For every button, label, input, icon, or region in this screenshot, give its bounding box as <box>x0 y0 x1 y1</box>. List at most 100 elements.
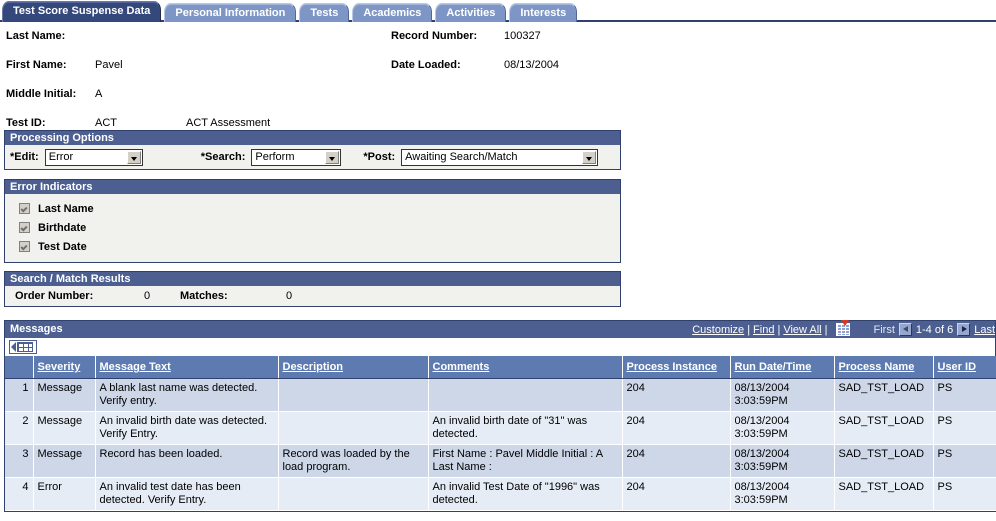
column-header-label[interactable]: Process Instance <box>627 361 718 373</box>
error-indicator-row: Birthdate <box>19 218 620 237</box>
cell-description: Record was loaded by the load program. <box>278 444 429 478</box>
column-header-label[interactable]: User ID <box>938 361 977 373</box>
cell-comments: First Name : Pavel Middle Initial : A La… <box>428 444 623 478</box>
column-header-severity[interactable]: Severity <box>33 356 96 379</box>
matches-value: 0 <box>286 290 293 302</box>
search-match-results-panel: Order Number: 0 Matches: 0 <box>4 286 621 307</box>
table-row[interactable]: 2 Message An invalid birth date was detect… <box>5 411 996 445</box>
checkbox-birthdate[interactable] <box>19 222 30 233</box>
field-row-1: Last Name: Record Number: 100327 <box>0 30 996 59</box>
cell-user-id: PS <box>933 411 996 445</box>
search-dropdown-value: Perform <box>255 150 295 163</box>
tab-tests[interactable]: Tests <box>299 3 350 22</box>
cell-process-instance: 204 <box>622 444 731 478</box>
matches-label: Matches: <box>180 290 228 302</box>
order-number-label: Order Number: <box>15 290 94 302</box>
checkbox-test-date[interactable] <box>19 241 30 252</box>
tab-test-score-suspense-data[interactable]: Test Score Suspense Data <box>2 1 162 22</box>
table-row[interactable]: 4 Error An invalid test date has been dete… <box>5 477 996 511</box>
cell-comments: An invalid birth date of "31" was detect… <box>428 411 623 445</box>
error-indicators-header: Error Indicators <box>4 179 621 194</box>
edit-label: *Edit: <box>10 151 39 163</box>
tab-personal-information[interactable]: Personal Information <box>164 3 297 22</box>
cell-run-datetime: 08/13/2004 3:03:59PM <box>730 411 835 445</box>
cell-run-datetime: 08/13/2004 3:03:59PM <box>730 477 835 511</box>
post-dropdown[interactable]: Awaiting Search/Match <box>401 148 599 166</box>
edit-dropdown-value: Error <box>48 150 74 163</box>
error-indicator-row: Test Date <box>19 237 620 256</box>
column-header-process-instance[interactable]: Process Instance <box>622 356 731 379</box>
record-number-value: 100327 <box>504 30 541 42</box>
nav-separator: | <box>747 323 751 336</box>
cell-message-text: A blank last name was detected. Verify e… <box>95 378 279 412</box>
cell-user-id: PS <box>933 378 996 412</box>
cell-description <box>278 378 429 412</box>
cell-num: 1 <box>5 378 34 412</box>
column-header-label[interactable]: Severity <box>38 361 81 373</box>
search-dropdown[interactable]: Perform <box>251 148 342 166</box>
cell-message-text: An invalid test date has been detected. … <box>95 477 279 511</box>
chevron-down-icon[interactable] <box>126 150 141 164</box>
column-header-process-name[interactable]: Process Name <box>834 356 934 379</box>
first-name-label: First Name: <box>6 59 67 71</box>
customize-link[interactable]: Customize <box>692 324 744 336</box>
field-row-3: Middle Initial: A <box>0 88 996 117</box>
cell-message-text: An invalid birth date was detected. Veri… <box>95 411 279 445</box>
checkbox-last-name[interactable] <box>19 203 30 214</box>
middle-initial-label: Middle Initial: <box>6 88 77 100</box>
date-loaded-value: 08/13/2004 <box>504 59 560 71</box>
collapse-grid-icon[interactable] <box>9 340 37 354</box>
column-header-rownum <box>5 356 34 379</box>
column-header-label[interactable]: Comments <box>433 361 490 373</box>
last-name-label: Last Name: <box>6 30 66 42</box>
cell-num: 3 <box>5 444 34 478</box>
cell-process-instance: 204 <box>622 477 731 511</box>
cell-run-datetime: 08/13/2004 3:03:59PM <box>730 444 835 478</box>
view-all-link[interactable]: View All <box>783 324 821 336</box>
column-header-label[interactable]: Process Name <box>839 361 915 373</box>
column-header-run-date-time[interactable]: Run Date/Time <box>730 356 835 379</box>
tab-interests[interactable]: Interests <box>509 3 578 22</box>
column-header-message-text[interactable]: Message Text <box>95 356 279 379</box>
error-indicators-list: Last Name Birthdate Test Date <box>5 194 620 262</box>
messages-table-body: 1 Message A blank last name was detected. … <box>5 378 996 511</box>
table-row[interactable]: 1 Message A blank last name was detected. … <box>5 378 996 412</box>
cell-comments: An invalid Test Date of "1996" was detec… <box>428 477 623 511</box>
column-header-comments[interactable]: Comments <box>428 356 623 379</box>
cell-description <box>278 411 429 445</box>
column-header-label[interactable]: Message Text <box>100 361 171 373</box>
cell-user-id: PS <box>933 477 996 511</box>
tab-academics[interactable]: Academics <box>352 3 433 22</box>
column-header-user-id[interactable]: User ID <box>933 356 996 379</box>
error-indicators-panel: Last Name Birthdate Test Date <box>4 194 621 263</box>
column-header-description[interactable]: Description <box>278 356 429 379</box>
edit-dropdown[interactable]: Error <box>44 148 143 166</box>
find-link[interactable]: Find <box>753 324 774 336</box>
checkbox-label: Birthdate <box>38 221 87 234</box>
cell-process-name: SAD_TST_LOAD <box>834 411 934 445</box>
page-counter: 1-4 of 6 <box>915 323 954 336</box>
collapse-arrow-icon <box>11 342 16 352</box>
previous-page-button[interactable] <box>898 323 912 336</box>
last-link[interactable]: Last <box>970 324 995 336</box>
cell-num: 2 <box>5 411 34 445</box>
table-row[interactable]: 3 Message Record has been loaded. Record wa… <box>5 444 996 478</box>
checkbox-label: Test Date <box>38 240 87 253</box>
header-fields: Last Name: Record Number: 100327 First N… <box>0 22 996 130</box>
grid-glyph-icon <box>17 342 33 352</box>
messages-title: Messages <box>10 323 63 335</box>
column-header-label[interactable]: Description <box>283 361 344 373</box>
column-header-label[interactable]: Run Date/Time <box>735 361 812 373</box>
date-loaded-label: Date Loaded: <box>391 59 461 71</box>
spreadsheet-download-icon[interactable] <box>835 320 850 336</box>
next-page-button[interactable] <box>957 323 971 336</box>
search-label: *Search: <box>200 151 246 163</box>
tab-activities[interactable]: Activities <box>435 3 507 22</box>
cell-message-text: Record has been loaded. <box>95 444 279 478</box>
first-label: First <box>873 323 895 336</box>
messages-grid-nav: Customize | Find | View All | First 1-4 … <box>692 320 995 338</box>
chevron-down-icon[interactable] <box>325 150 340 164</box>
cell-description <box>278 477 429 511</box>
cell-run-datetime: 08/13/2004 3:03:59PM <box>730 378 835 412</box>
chevron-down-icon[interactable] <box>582 150 597 164</box>
